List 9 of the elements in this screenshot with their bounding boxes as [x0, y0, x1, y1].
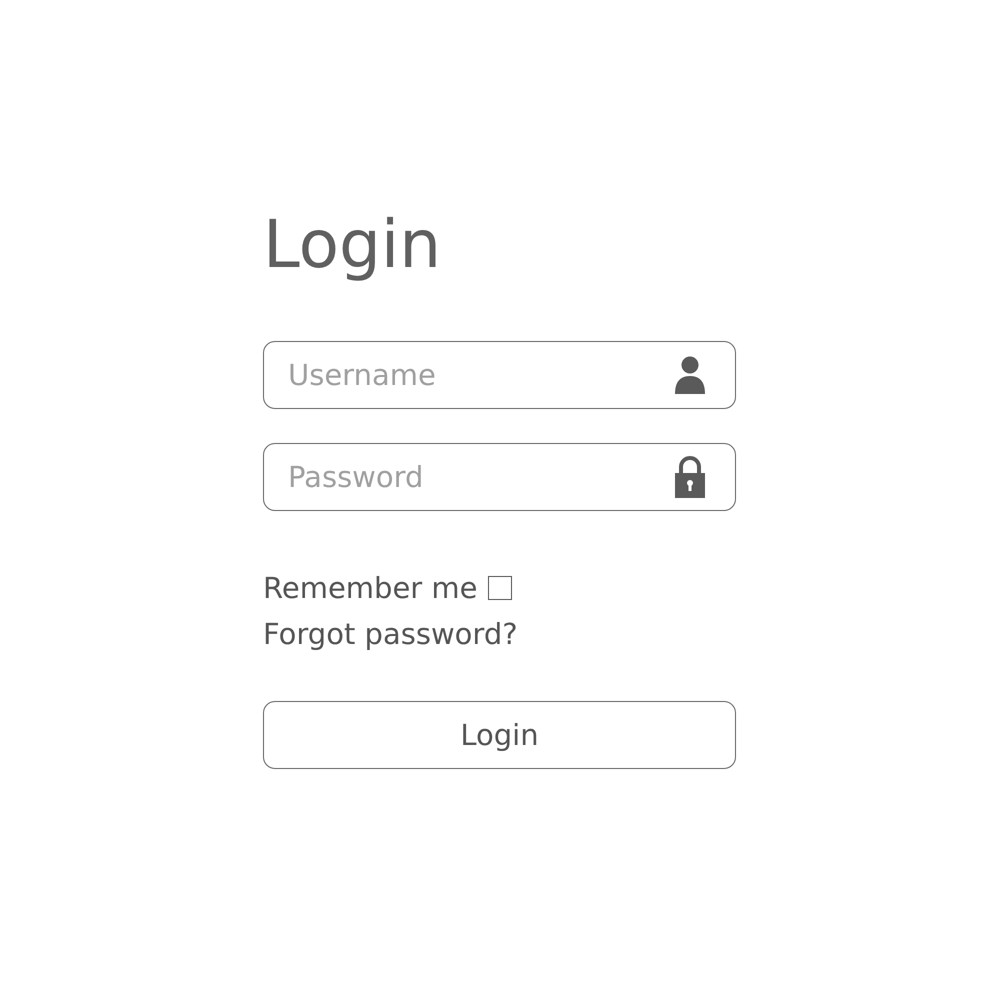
user-icon — [674, 356, 706, 394]
remember-label: Remember me — [263, 570, 478, 607]
login-button[interactable]: Login — [263, 701, 736, 769]
input-field[interactable]: Username — [263, 341, 736, 409]
forgot-password-link[interactable]: Forgot password? — [263, 615, 518, 653]
remember-checkbox[interactable] — [488, 576, 512, 600]
login-title: Login — [263, 205, 442, 285]
input-field[interactable]: Password — [263, 443, 736, 511]
lock-icon — [674, 456, 706, 498]
